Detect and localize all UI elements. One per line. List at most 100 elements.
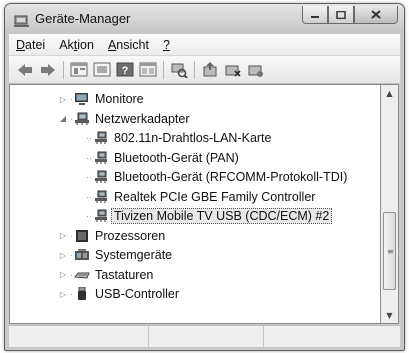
scroll-thumb[interactable]: ≡ (383, 212, 396, 290)
device-manager-app-icon[interactable] (14, 13, 30, 27)
tree-connector: ·· (86, 152, 92, 163)
tree-connector: · (70, 113, 73, 124)
tree-item-label: Realtek PCIe GBE Family Controller (114, 189, 316, 204)
properties-list-button[interactable] (69, 61, 89, 79)
tree-item-label: Bluetooth-Gerät (PAN) (114, 150, 239, 165)
minimize-icon (311, 15, 319, 18)
tree-item-label: 802.11n-Drahtlos-LAN-Karte (114, 131, 272, 145)
processor-icon (74, 229, 90, 243)
menu-datei-key: D (16, 37, 26, 52)
tree-item-802-11n-drahtlos-lan-karte[interactable]: ·· 802.11n-Drahtlos-LAN-Karte (86, 129, 271, 147)
collapsed-arrow-icon[interactable]: ▷ (58, 270, 68, 279)
scroll-down-arrow-icon[interactable]: ▼ (381, 307, 398, 324)
collapsed-arrow-icon[interactable]: ▷ (58, 231, 68, 240)
toolbar-separator (194, 60, 195, 79)
tree-connector: · (70, 289, 73, 299)
tree-item-monitore[interactable]: ▷ · Monitore (58, 90, 144, 108)
network-card-icon (93, 190, 109, 204)
collapsed-arrow-icon[interactable]: ▷ (58, 290, 68, 299)
menu-ansicht-post: nsicht (116, 37, 149, 52)
tree-item-label: Monitore (95, 92, 144, 106)
tree-item-label: USB-Controller (95, 287, 180, 301)
tree-item-tastaturen[interactable]: ▷ · Tastaturen (58, 266, 153, 284)
close-icon (371, 10, 381, 19)
network-card-icon (93, 170, 109, 184)
forward-button[interactable] (38, 61, 58, 79)
tree-item-label: Systemgeräte (95, 248, 173, 262)
disable-device-icon (225, 65, 241, 77)
tree-connector: ·· (86, 172, 92, 182)
close-button[interactable] (354, 6, 398, 24)
caption-buttons (302, 6, 398, 25)
minimize-button[interactable] (302, 6, 328, 24)
network-card-icon (93, 151, 109, 165)
title-bar[interactable]: Geräte-Manager (5, 4, 404, 34)
window-title: Geräte-Manager (35, 11, 131, 26)
menu-aktion[interactable]: Aktion (52, 38, 101, 52)
help-icon: ? (116, 62, 134, 77)
tree-connector: · (70, 94, 73, 104)
collapsed-arrow-icon[interactable]: ▷ (58, 95, 68, 104)
device-manager-window: Geräte-Manager Datei Aktion Ansicht ? ? … (4, 3, 405, 351)
uninstall-device-button[interactable] (246, 61, 266, 79)
update-driver-icon (203, 61, 217, 76)
scroll-up-arrow-icon[interactable]: ▲ (381, 85, 398, 102)
toolbar-separator (63, 60, 64, 79)
view-button[interactable] (92, 61, 112, 79)
tree-item-label: Prozessoren (95, 228, 166, 243)
network-adapter-icon (74, 112, 90, 126)
monitor-icon (74, 92, 90, 106)
status-cell-3 (264, 326, 399, 347)
menu-datei[interactable]: Datei (9, 38, 52, 52)
tree-item-label: Tivizen Mobile TV USB (CDC/ECM) #2 (111, 208, 333, 224)
tree-item-label: Tastaturen (95, 267, 154, 282)
menu-help[interactable]: ? (156, 38, 177, 52)
back-arrow-icon (18, 63, 32, 76)
menu-help-key: ? (162, 37, 170, 52)
status-cell-2 (149, 326, 264, 347)
tree-item-label: Bluetooth-Gerät (RFCOMM-Protokoll-TDI) (114, 170, 348, 184)
tree-connector: ·· (86, 211, 92, 221)
tree-item-bluetooth-gerät-rfcomm-protokoll-tdi[interactable]: ·· Bluetooth-Gerät (RFCOMM-Protokoll-TDI) (86, 168, 347, 186)
properties-list-icon (70, 62, 88, 77)
tree-item-realtek-pcie-gbe-family-controller[interactable]: ·· Realtek PCIe GBE Family Controller (86, 188, 315, 206)
svg-text:?: ? (122, 65, 129, 77)
toolbar-separator (163, 60, 164, 79)
tree-item-netzwerkadapter[interactable]: ◢ · Netzwerkadapter (58, 110, 190, 128)
scan-hardware-button[interactable] (169, 61, 189, 79)
status-cell-1 (9, 326, 149, 347)
disable-device-button[interactable] (223, 61, 243, 79)
tree-item-label: Netzwerkadapter (95, 111, 190, 126)
scan-hardware-icon (171, 63, 188, 78)
menu-bar: Datei Aktion Ansicht ? (9, 34, 400, 56)
device-tree[interactable]: ▷ · Monitore ◢ · Netzwerkadapter ·· 802.11n-Dra… (9, 84, 381, 324)
tree-item-tivizen-mobile-tv-usb-cdc-ecm-2[interactable]: ·· Tivizen Mobile TV USB (CDC/ECM) #2 (86, 207, 333, 225)
keyboard-icon (74, 268, 90, 282)
back-button[interactable] (15, 61, 35, 79)
menu-datei-post: atei (25, 37, 46, 52)
expanded-arrow-icon[interactable]: ◢ (58, 114, 68, 123)
help-button[interactable]: ? (115, 61, 135, 79)
tree-connector: · (70, 269, 73, 280)
tree-connector: · (70, 250, 73, 260)
collapsed-arrow-icon[interactable]: ▷ (58, 251, 68, 260)
maximize-icon (336, 10, 346, 19)
update-driver-button[interactable] (200, 61, 220, 79)
network-card-icon (93, 131, 109, 145)
menu-aktion-post: ion (77, 37, 94, 52)
maximize-button[interactable] (328, 6, 354, 24)
menu-ansicht[interactable]: Ansicht (101, 38, 156, 52)
tree-connector: ·· (86, 133, 92, 143)
tree-item-prozessoren[interactable]: ▷ · Prozessoren (58, 227, 165, 245)
tree-item-usb-controller[interactable]: ▷ · USB-Controller (58, 285, 179, 303)
scroll-grip-icon: ≡ (387, 247, 394, 256)
usb-icon (74, 287, 90, 301)
tree-connector: ·· (86, 191, 92, 202)
menu-aktion-pre: Ak (59, 37, 74, 52)
console-view-button[interactable] (138, 61, 158, 79)
uninstall-device-icon (248, 65, 263, 77)
tree-item-systemgeräte[interactable]: ▷ · Systemgeräte (58, 246, 172, 264)
tree-item-bluetooth-gerät-pan[interactable]: ·· Bluetooth-Gerät (PAN) (86, 149, 239, 167)
system-devices-icon (74, 248, 90, 262)
vertical-scrollbar[interactable]: ▲ ≡ ▼ (381, 84, 399, 324)
